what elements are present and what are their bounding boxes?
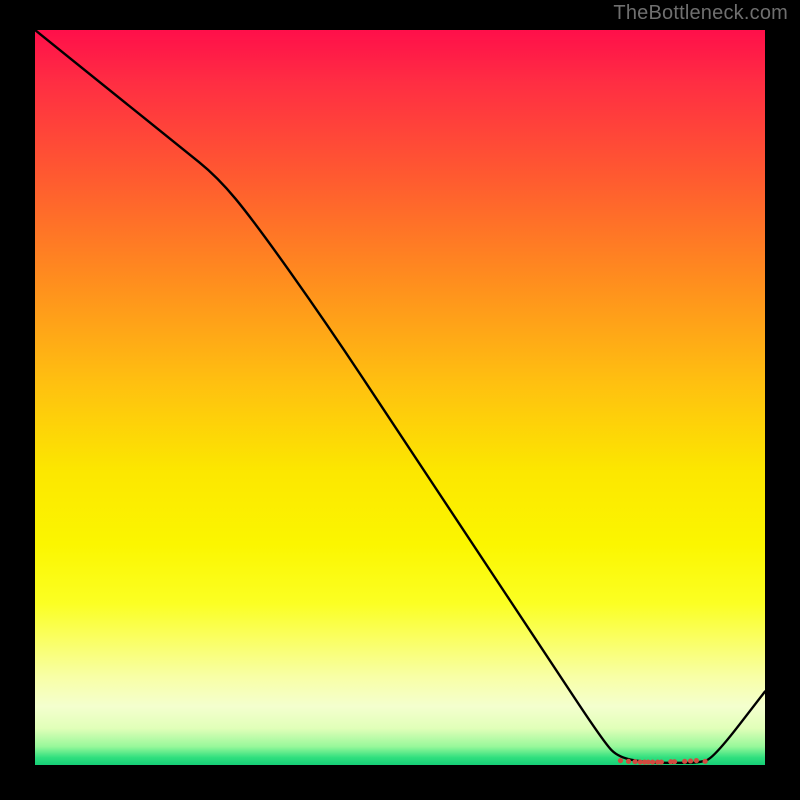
- marker-dot: [672, 759, 677, 764]
- marker-dot: [694, 758, 699, 763]
- curve-layer: [35, 30, 765, 765]
- marker-dot: [626, 759, 631, 764]
- plot-area: [35, 30, 765, 765]
- marker-dot: [682, 759, 687, 764]
- attribution-text: TheBottleneck.com: [613, 2, 788, 25]
- chart-frame: TheBottleneck.com: [0, 0, 800, 800]
- main-curve: [35, 30, 765, 763]
- marker-dot: [632, 759, 637, 764]
- marker-dot: [703, 759, 708, 764]
- marker-dot: [659, 759, 664, 764]
- marker-dot: [618, 758, 623, 763]
- marker-dot: [650, 759, 655, 764]
- marker-dot: [688, 758, 693, 763]
